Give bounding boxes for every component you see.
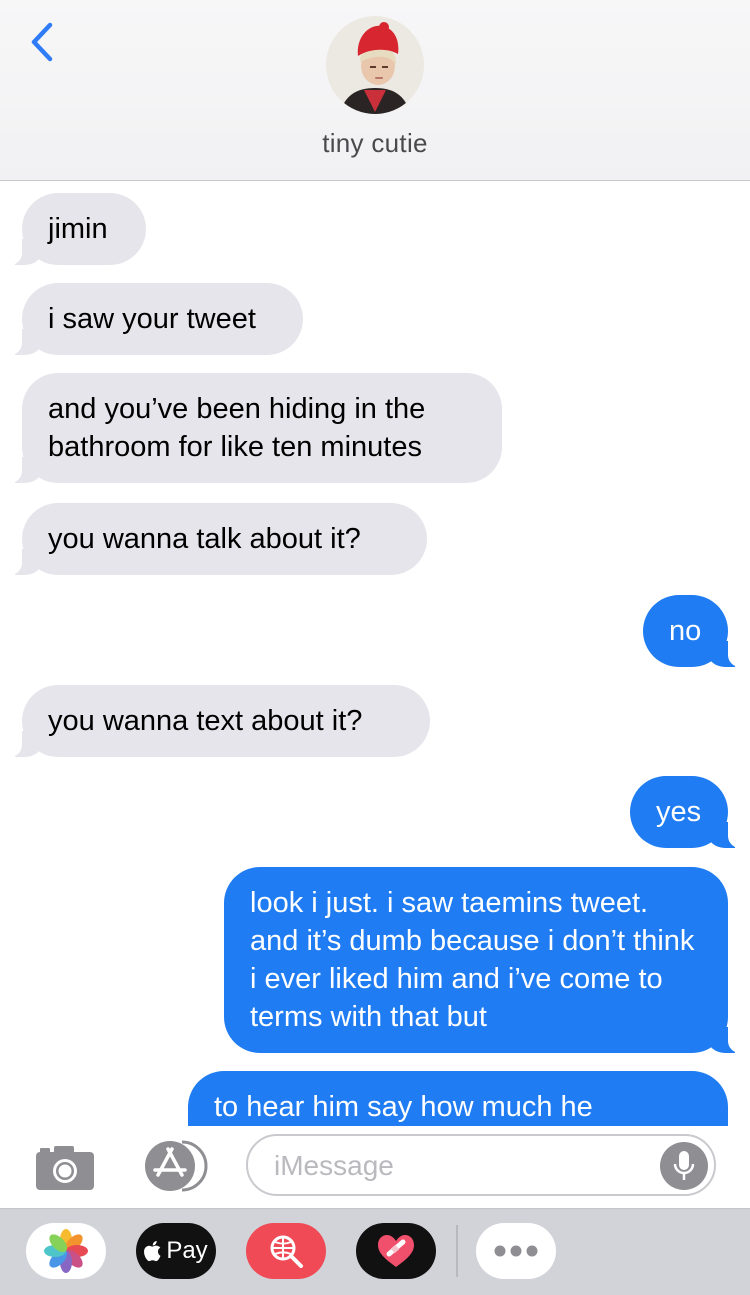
message-text: and you’ve been hiding in the bathroom f… <box>48 393 426 463</box>
microphone-icon <box>673 1151 695 1180</box>
message-text: you wanna text about it? <box>48 705 363 737</box>
message-bubble-incoming[interactable]: you wanna talk about it? <box>2 503 427 575</box>
camera-icon <box>36 1146 94 1190</box>
conversation-header: tiny cutie <box>0 0 750 181</box>
message-bubble-incoming[interactable]: i saw your tweet <box>2 283 303 355</box>
imessage-app-drawer: Pay <box>0 1208 750 1295</box>
back-button[interactable] <box>22 22 62 62</box>
message-input-field[interactable] <box>246 1134 716 1196</box>
photos-icon <box>44 1229 88 1273</box>
message-thread[interactable]: jimin i saw your tweet and you’ve been h… <box>0 181 750 1126</box>
message-text: jimin <box>48 213 108 245</box>
message-bubble-incoming[interactable]: jimin <box>2 193 146 265</box>
message-text: yes <box>656 796 702 828</box>
avatar-photo <box>326 16 424 114</box>
contact-avatar[interactable] <box>326 16 424 114</box>
message-bubble-incoming[interactable]: and you’ve been hiding in the bathroom f… <box>2 373 502 483</box>
more-apps-button[interactable] <box>476 1223 556 1279</box>
drawer-divider <box>456 1225 458 1277</box>
photos-app-button[interactable] <box>26 1223 106 1279</box>
digital-touch-icon <box>378 1235 414 1267</box>
apple-pay-button[interactable]: Pay <box>136 1223 216 1279</box>
message-bubble-outgoing[interactable]: look i just. i saw taemins tweet. and it… <box>224 867 748 1053</box>
app-store-icon <box>145 1140 208 1192</box>
message-text: no <box>669 615 702 647</box>
message-text: to hear him say how much he <box>214 1091 593 1123</box>
message-input[interactable] <box>272 1144 656 1188</box>
message-bubble-outgoing[interactable]: yes <box>630 776 748 848</box>
apple-pay-label: Pay <box>166 1237 208 1264</box>
message-bubble-outgoing[interactable]: to hear him say how much he <box>188 1071 728 1126</box>
app-store-button[interactable] <box>138 1136 214 1196</box>
message-text: i saw your tweet <box>48 303 256 335</box>
camera-button[interactable] <box>30 1138 100 1196</box>
chevron-left-icon <box>31 22 53 62</box>
message-bubble-outgoing[interactable]: no <box>643 595 748 667</box>
message-text: look i just. i saw taemins tweet. and it… <box>250 887 695 1033</box>
web-search-icon <box>270 1235 303 1268</box>
more-apps-icon <box>494 1245 538 1257</box>
apple-pay-icon <box>144 1241 161 1262</box>
dictation-button[interactable] <box>660 1142 708 1190</box>
message-text: you wanna talk about it? <box>48 523 361 555</box>
contact-name[interactable]: tiny cutie <box>0 128 750 159</box>
compose-bar <box>0 1126 750 1208</box>
web-search-app-button[interactable] <box>246 1223 326 1279</box>
digital-touch-app-button[interactable] <box>356 1223 436 1279</box>
message-bubble-incoming[interactable]: you wanna text about it? <box>2 685 430 757</box>
